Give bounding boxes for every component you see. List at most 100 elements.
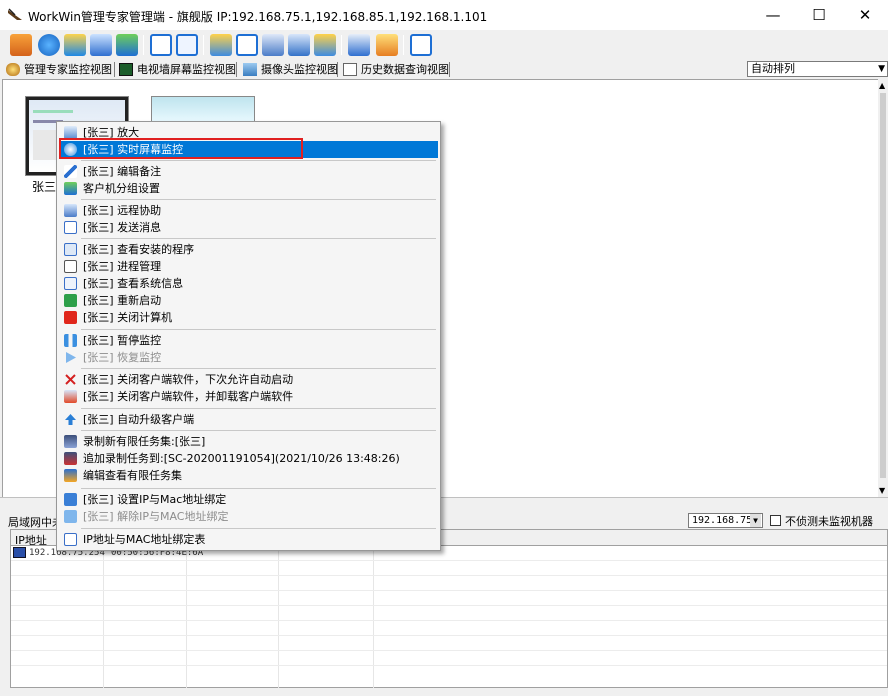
uninstall-icon: [64, 390, 77, 403]
menu-item-label: 客户机分组设置: [83, 182, 160, 195]
menu-item-binding-table[interactable]: IP地址与MAC地址绑定表: [59, 531, 438, 548]
remote-assist-icon: [64, 204, 77, 217]
status-strip: [0, 688, 888, 696]
menu-item-unbind-ip-mac[interactable]: [张三] 解除IP与MAC地址绑定: [59, 508, 438, 525]
no-detect-checkbox[interactable]: 不侦测未监视机器: [770, 513, 873, 529]
toolbar-separator: [143, 35, 144, 55]
column-header-ip[interactable]: IP地址: [15, 532, 47, 548]
windows-icon[interactable]: [10, 34, 32, 56]
subnet-select[interactable]: 192.168.75 ▼: [688, 513, 763, 528]
lan-machine-table: IP地址 192.168.75.254 00:50:56:F8:4E:6A: [10, 529, 888, 689]
highlight-annotation: [59, 138, 303, 159]
lock-screen-icon[interactable]: [176, 34, 198, 56]
programs-icon: [64, 243, 77, 256]
scroll-up-icon[interactable]: ▲: [879, 81, 885, 90]
tab-label: 管理专家监控视图: [24, 63, 112, 76]
menu-item-label: IP地址与MAC地址绑定表: [83, 533, 206, 546]
menu-item-label: [张三] 解除IP与MAC地址绑定: [83, 510, 229, 523]
scroll-down-icon[interactable]: ▼: [879, 486, 885, 495]
menu-item-resume-monitor[interactable]: [张三] 恢复监控: [59, 349, 438, 366]
menu-item-label: 录制新有限任务集:[张三]: [83, 435, 206, 448]
report-icon[interactable]: [376, 34, 398, 56]
menu-item-installed-programs[interactable]: [张三] 查看安装的程序: [59, 241, 438, 258]
sort-mode-value: 自动排列: [751, 62, 795, 75]
history-icon: [343, 63, 357, 76]
menu-item-close-client[interactable]: [张三] 关闭客户端软件，下次允许自动启动: [59, 371, 438, 388]
menu-item-edit-note[interactable]: [张三] 编辑备注: [59, 163, 438, 180]
vertical-scrollbar[interactable]: ▲ ▼: [878, 79, 888, 497]
play-icon: [66, 352, 76, 363]
subnet-value: 192.168.75: [692, 515, 753, 526]
power-icon: [64, 311, 77, 324]
grid-view-icon[interactable]: [150, 34, 172, 56]
maximize-button[interactable]: ☐: [796, 0, 842, 30]
settings-icon[interactable]: [64, 34, 86, 56]
sort-mode-select[interactable]: 自动排列 ▼: [747, 61, 888, 77]
chevron-down-icon: ▼: [750, 514, 761, 527]
menu-item-uninstall-client[interactable]: [张三] 关闭客户端软件，并卸载客户端软件: [59, 388, 438, 405]
edit-task-icon: [64, 469, 77, 482]
client-name-label: 张三: [32, 180, 57, 194]
camera-icon: [243, 63, 257, 76]
close-x-icon: [65, 374, 76, 385]
tab-separator: [114, 62, 115, 77]
toolbar-separator: [203, 35, 204, 55]
globe-icon[interactable]: [38, 34, 60, 56]
menu-item-auto-upgrade[interactable]: [张三] 自动升级客户端: [59, 411, 438, 428]
close-button[interactable]: ✕: [842, 0, 888, 30]
menu-item-label: [张三] 远程协助: [83, 204, 162, 217]
menu-item-record-task[interactable]: 录制新有限任务集:[张三]: [59, 433, 438, 450]
table-icon: [64, 533, 77, 546]
computer-icon: [13, 547, 26, 558]
monitor-icon[interactable]: [314, 34, 336, 56]
chevron-down-icon: ▼: [878, 64, 885, 74]
menu-item-label: [张三] 重新启动: [83, 294, 162, 307]
menu-item-label: [张三] 编辑备注: [83, 165, 162, 178]
menu-item-remote-assist[interactable]: [张三] 远程协助: [59, 202, 438, 219]
lock-icon: [64, 493, 77, 506]
menu-item-shutdown[interactable]: [张三] 关闭计算机: [59, 309, 438, 326]
multi-screen-icon[interactable]: [288, 34, 310, 56]
append-record-icon: [64, 452, 77, 465]
menu-item-label: [张三] 关闭客户端软件，下次允许自动启动: [83, 373, 294, 386]
search-user-icon[interactable]: [90, 34, 112, 56]
message-icon: [64, 221, 77, 234]
window-title: WorkWin管理专家管理端 - 旗舰版 IP:192.168.75.1,192…: [28, 10, 488, 24]
menu-item-label: [张三] 恢复监控: [83, 351, 162, 364]
pause-icon: [64, 334, 77, 347]
menu-item-group-settings[interactable]: 客户机分组设置: [59, 180, 438, 197]
tv-wall-icon: [119, 63, 133, 76]
screen-capture-icon[interactable]: [210, 34, 232, 56]
menu-item-label: [张三] 关闭客户端软件，并卸载客户端软件: [83, 390, 294, 403]
menu-item-label: 编辑查看有限任务集: [83, 469, 182, 482]
minimize-button[interactable]: —: [750, 0, 796, 30]
tab-separator: [236, 62, 237, 77]
scrollbar-thumb[interactable]: [880, 93, 886, 478]
menu-item-label: [张三] 暂停监控: [83, 334, 162, 347]
menu-item-label: 追加录制任务到:[SC-202001191054](2021/10/26 13:…: [83, 452, 400, 465]
menu-item-system-info[interactable]: [张三] 查看系统信息: [59, 275, 438, 292]
record-icon: [64, 435, 77, 448]
checkbox-box[interactable]: [770, 515, 781, 526]
menu-item-process-manager[interactable]: [张三] 进程管理: [59, 258, 438, 275]
client-thumbnail[interactable]: [151, 96, 255, 124]
tab-label: 摄像头监控视图: [261, 63, 338, 76]
help-icon[interactable]: [410, 34, 432, 56]
zoom-screen-icon[interactable]: [262, 34, 284, 56]
menu-item-bind-ip-mac[interactable]: [张三] 设置IP与Mac地址绑定: [59, 491, 438, 508]
menu-item-label: [张三] 查看安装的程序: [83, 243, 195, 256]
menu-item-restart[interactable]: [张三] 重新启动: [59, 292, 438, 309]
menu-item-edit-task[interactable]: 编辑查看有限任务集: [59, 467, 438, 484]
menu-item-append-record[interactable]: 追加录制任务到:[SC-202001191054](2021/10/26 13:…: [59, 450, 438, 467]
menu-item-pause-monitor[interactable]: [张三] 暂停监控: [59, 332, 438, 349]
menu-item-send-message[interactable]: [张三] 发送消息: [59, 219, 438, 236]
menu-item-label: [张三] 查看系统信息: [83, 277, 184, 290]
users-icon[interactable]: [116, 34, 138, 56]
lan-panel-title: 局域网中未: [8, 516, 63, 529]
unlock-icon: [64, 510, 77, 523]
ip-config-icon[interactable]: [348, 34, 370, 56]
broadcast-icon[interactable]: [236, 34, 258, 56]
toolbar-separator: [403, 35, 404, 55]
sysinfo-icon: [64, 277, 77, 290]
context-menu: [张三] 放大 [张三] 实时屏幕监控 [张三] 编辑备注 客户机分组设置 [张…: [56, 121, 441, 551]
